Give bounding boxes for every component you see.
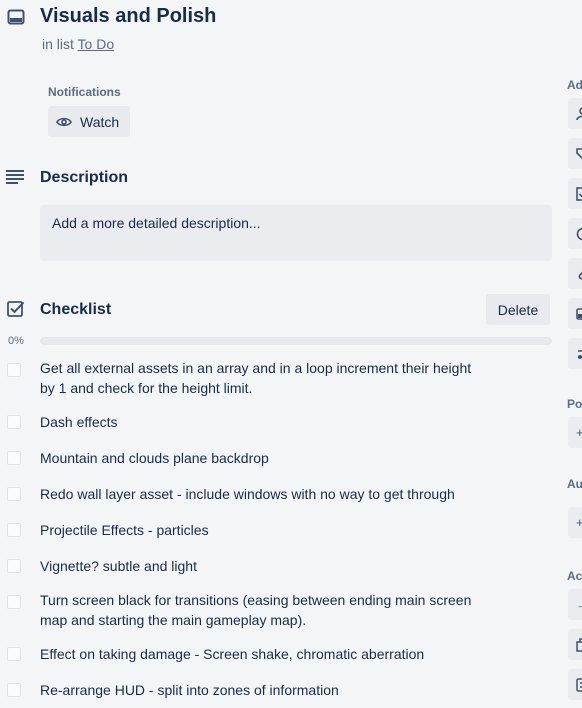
sidebar-copy-button[interactable]: [568, 629, 582, 660]
sidebar-checklist-button[interactable]: [568, 178, 582, 209]
checklist-progress-percent: 0%: [8, 335, 24, 347]
watch-label: Watch: [80, 113, 120, 130]
description-icon: [6, 170, 24, 184]
checklist-item-text[interactable]: Projectile Effects - particles: [40, 520, 480, 540]
checklist-icon: [7, 301, 25, 317]
paperclip-icon: [578, 271, 582, 279]
delete-checklist-button[interactable]: Delete: [486, 294, 550, 325]
arrow-icon: →: [576, 597, 582, 612]
checklist-title: Checklist: [40, 301, 112, 318]
checklist-item-text[interactable]: Re-arrange HUD - split into zones of inf…: [40, 680, 480, 700]
checklist-item-checkbox[interactable]: [7, 559, 21, 573]
clock-icon: [576, 227, 582, 240]
notifications-label: Notifications: [48, 85, 121, 99]
checklist-item-checkbox[interactable]: [7, 487, 21, 501]
checklist-item-text[interactable]: Mountain and clouds plane backdrop: [40, 448, 480, 468]
checklist-item-checkbox[interactable]: [7, 523, 21, 537]
sidebar-cover-button[interactable]: [568, 298, 582, 329]
template-icon: [576, 677, 582, 692]
watch-button[interactable]: Watch: [48, 106, 130, 137]
description-input[interactable]: Add a more detailed description...: [40, 205, 552, 261]
in-list-prefix: in list: [42, 36, 74, 52]
sidebar-automation-label: Au: [567, 477, 582, 491]
description-title: Description: [40, 169, 129, 186]
sidebar-members-button[interactable]: [568, 98, 582, 129]
checklist-item-checkbox[interactable]: [7, 363, 21, 377]
sidebar-custom-fields-button[interactable]: [568, 338, 582, 369]
card-title[interactable]: Visuals and Polish: [40, 5, 216, 28]
checklist-item-text[interactable]: Turn screen black for transitions (easin…: [40, 590, 480, 630]
sidebar-template-button[interactable]: [568, 669, 582, 700]
checklist-item-checkbox[interactable]: [7, 451, 21, 465]
checklist-item-checkbox[interactable]: [7, 647, 21, 661]
checklist-progress-bar: [40, 337, 552, 345]
list-link[interactable]: To Do: [78, 36, 115, 52]
copy-icon: [576, 637, 582, 652]
cover-icon: [576, 307, 582, 320]
checklist-item-text[interactable]: Dash effects: [40, 412, 480, 432]
tag-icon: [576, 147, 582, 159]
sidebar-attachment-button[interactable]: [568, 258, 582, 289]
sidebar-add-powerup-button[interactable]: +: [568, 417, 582, 448]
sidebar-add-label: Ad: [567, 78, 582, 92]
checklist-item-text[interactable]: Redo wall layer asset - include windows …: [40, 484, 480, 504]
sidebar-move-button[interactable]: →: [568, 589, 582, 620]
checklist-item-checkbox[interactable]: [7, 595, 21, 609]
checklist-item-text[interactable]: Effect on taking damage - Screen shake, …: [40, 644, 480, 664]
card-list-info: in list To Do: [42, 36, 114, 52]
sidebar-powerups-label: Po: [567, 397, 582, 411]
person-icon: [576, 106, 582, 120]
checklist-icon: [576, 186, 582, 201]
checklist-item-text[interactable]: Get all external assets in an array and …: [40, 358, 480, 398]
sidebar-actions-label: Ac: [567, 569, 582, 583]
eye-icon: [56, 117, 72, 126]
sidebar-labels-button[interactable]: [568, 138, 582, 169]
sidebar-dates-button[interactable]: [568, 218, 582, 249]
card-icon: [7, 9, 25, 25]
sidebar-add-automation-button[interactable]: +: [568, 507, 582, 538]
checklist-item-text[interactable]: Vignette? subtle and light: [40, 556, 480, 576]
checklist-item-checkbox[interactable]: [7, 683, 21, 697]
custom-field-icon: [578, 349, 582, 359]
checklist-item-checkbox[interactable]: [7, 415, 21, 429]
